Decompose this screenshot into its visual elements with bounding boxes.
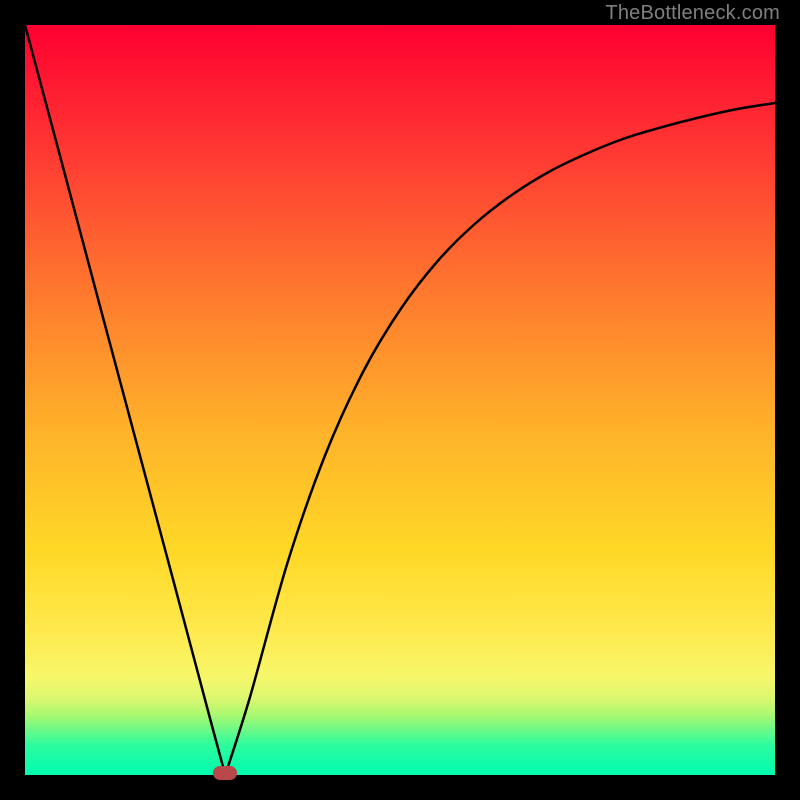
chart-frame: TheBottleneck.com <box>0 0 800 800</box>
bottleneck-curve <box>25 25 775 775</box>
watermark-text: TheBottleneck.com <box>605 2 780 25</box>
minimum-marker <box>213 766 237 780</box>
chart-curve-layer <box>25 25 775 775</box>
